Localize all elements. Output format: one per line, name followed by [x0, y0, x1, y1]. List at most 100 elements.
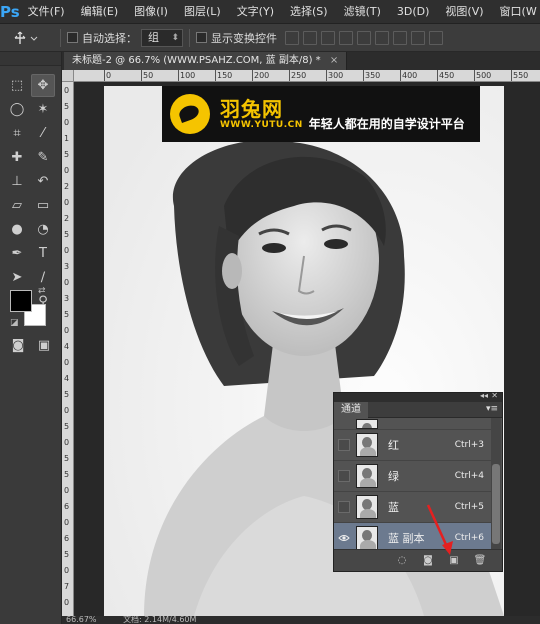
magic-wand-tool-icon[interactable]: ✶ [31, 98, 55, 121]
clone-stamp-tool-icon[interactable]: ⊥ [5, 170, 29, 193]
quick-mask-icon[interactable]: ◙ [6, 334, 30, 357]
distribute-bottom-icon[interactable] [429, 30, 443, 45]
menu-window[interactable]: 窗口(W [492, 0, 540, 24]
tab-channels[interactable]: 通道 [334, 402, 368, 418]
menu-view[interactable]: 视图(V) [437, 0, 491, 24]
ruler-label: 450 [439, 71, 455, 80]
healing-brush-tool-icon[interactable]: ✚ [5, 146, 29, 169]
visibility-toggle[interactable] [338, 439, 350, 451]
align-vcenter-icon[interactable] [303, 30, 317, 45]
ruler-label: 4 [64, 342, 70, 351]
panel-menu-icon[interactable]: ▾≡ [486, 404, 498, 414]
auto-select-dropdown[interactable]: 组 [141, 28, 183, 47]
document-tab-bar: 未标题-2 @ 66.7% (WWW.PSAHZ.COM, 蓝 副本/8) * … [62, 52, 540, 70]
brush-tool-icon[interactable]: ✎ [31, 146, 55, 169]
menu-edit[interactable]: 编辑(E) [73, 0, 127, 24]
watermark-slogan: 年轻人都在用的自学设计平台 [308, 116, 465, 131]
foreground-color-swatch[interactable] [10, 290, 32, 312]
ruler-corner[interactable] [62, 70, 74, 82]
ruler-tick [141, 70, 142, 81]
menu-image[interactable]: 图像(I) [126, 0, 176, 24]
channel-thumbnail [356, 433, 378, 457]
align-hcenter-icon[interactable] [357, 30, 371, 45]
horizontal-ruler[interactable]: 0 50 100 150 200 250 300 350 400 450 500 550 [74, 70, 540, 82]
crop-tool-icon[interactable]: ⌗ [5, 122, 29, 145]
distribute-top-icon[interactable] [393, 30, 407, 45]
channel-thumbnail [356, 464, 378, 488]
ruler-label: 300 [328, 71, 344, 80]
channel-row-blue[interactable]: 蓝 Ctrl+5 [334, 492, 492, 523]
ruler-label: 6 [64, 534, 70, 543]
swap-colors-icon[interactable]: ⇄ [38, 286, 46, 296]
show-transform-checkbox[interactable] [196, 32, 207, 43]
ruler-label: 3 [64, 262, 70, 271]
close-icon[interactable]: ✕ [491, 391, 498, 400]
channel-name: 绿 [388, 470, 399, 483]
default-colors-icon[interactable]: ◪ [10, 318, 19, 328]
vertical-ruler[interactable]: 0 5 0 1 5 0 2 0 2 5 0 3 0 3 5 0 4 0 4 5 0 5 0 5 5 0 6 0 6 5 0 7 0 [62, 82, 74, 624]
document-tab[interactable]: 未标题-2 @ 66.7% (WWW.PSAHZ.COM, 蓝 副本/8) * … [64, 52, 348, 70]
channel-thumbnail [356, 418, 378, 429]
ruler-label: 5 [64, 454, 70, 463]
menu-select[interactable]: 选择(S) [282, 0, 336, 24]
screen-mode-icon[interactable]: ▣ [32, 334, 56, 357]
align-left-icon[interactable] [339, 30, 353, 45]
move-tool-icon[interactable]: ✥ [31, 74, 55, 97]
ruler-label: 0 [64, 406, 70, 415]
eye-icon[interactable] [338, 532, 350, 544]
menu-3d[interactable]: 3D(D) [389, 0, 438, 24]
ruler-label: 6 [64, 502, 70, 511]
history-brush-tool-icon[interactable]: ↶ [31, 170, 55, 193]
align-top-icon[interactable] [285, 30, 299, 45]
eyedropper-tool-icon[interactable]: ⁄ [31, 122, 55, 145]
distribute-vcenter-icon[interactable] [411, 30, 425, 45]
visibility-toggle[interactable] [338, 470, 350, 482]
load-selection-icon[interactable]: ◌ [396, 555, 408, 566]
channel-shortcut: Ctrl+4 [454, 471, 484, 481]
menu-file[interactable]: 文件(F) [20, 0, 73, 24]
ruler-tick [437, 70, 438, 81]
marquee-tool-icon[interactable]: ⬚ [5, 74, 29, 97]
scrollbar-thumb[interactable] [492, 464, 500, 544]
menu-layer[interactable]: 图层(L) [176, 0, 229, 24]
zoom-level[interactable]: 66.67% [66, 616, 97, 624]
close-icon[interactable]: × [330, 55, 338, 66]
lasso-tool-icon[interactable]: ◯ [5, 98, 29, 121]
ruler-label: 250 [291, 71, 307, 80]
panel-scrollbar[interactable] [491, 418, 501, 550]
delete-channel-icon[interactable]: 🗑 [474, 555, 487, 566]
channel-row-red[interactable]: 红 Ctrl+3 [334, 430, 492, 461]
ruler-label: 5 [64, 422, 70, 431]
eraser-tool-icon[interactable]: ▱ [5, 194, 29, 217]
visibility-toggle[interactable] [338, 501, 350, 513]
menu-bar: Ps 文件(F) 编辑(E) 图像(I) 图层(L) 文字(Y) 选择(S) 滤… [0, 0, 540, 24]
channel-row-blue-copy[interactable]: 蓝 副本 Ctrl+6 [334, 523, 492, 550]
collapse-icon[interactable]: ◂◂ [480, 391, 488, 400]
document-tab-title: 未标题-2 @ 66.7% (WWW.PSAHZ.COM, 蓝 副本/8) * [72, 55, 321, 66]
blur-tool-icon[interactable]: ● [5, 218, 29, 241]
channel-row-green[interactable]: 绿 Ctrl+4 [334, 461, 492, 492]
channel-row-rgb[interactable] [334, 418, 492, 430]
panel-title-bar[interactable]: ◂◂ ✕ [334, 391, 502, 402]
pen-tool-icon[interactable]: ✒ [5, 242, 29, 265]
align-right-icon[interactable] [375, 30, 389, 45]
toolbox-grip[interactable] [0, 52, 61, 66]
type-tool-icon[interactable]: T [31, 242, 55, 265]
move-tool-preset-icon[interactable] [14, 28, 54, 48]
ruler-label: 0 [64, 518, 70, 527]
path-selection-tool-icon[interactable]: ➤ [5, 266, 29, 289]
watermark-url: WWW.YUTU.CN [220, 120, 303, 130]
channel-list: 红 Ctrl+3 绿 Ctrl+4 蓝 Ctrl+5 蓝 副本 Ctrl+6 [334, 418, 492, 550]
ruler-label: 5 [64, 470, 70, 479]
panel-tab-bar: 通道 ▾≡ [334, 402, 502, 418]
divider [189, 28, 190, 47]
dodge-tool-icon[interactable]: ◔ [31, 218, 55, 241]
auto-select-checkbox[interactable] [67, 32, 78, 43]
align-bottom-icon[interactable] [321, 30, 335, 45]
menu-filter[interactable]: 滤镜(T) [336, 0, 389, 24]
ruler-label: 0 [64, 438, 70, 447]
gradient-tool-icon[interactable]: ▭ [31, 194, 55, 217]
menu-type[interactable]: 文字(Y) [229, 0, 282, 24]
ruler-label: 0 [64, 86, 70, 95]
ruler-label: 100 [180, 71, 196, 80]
